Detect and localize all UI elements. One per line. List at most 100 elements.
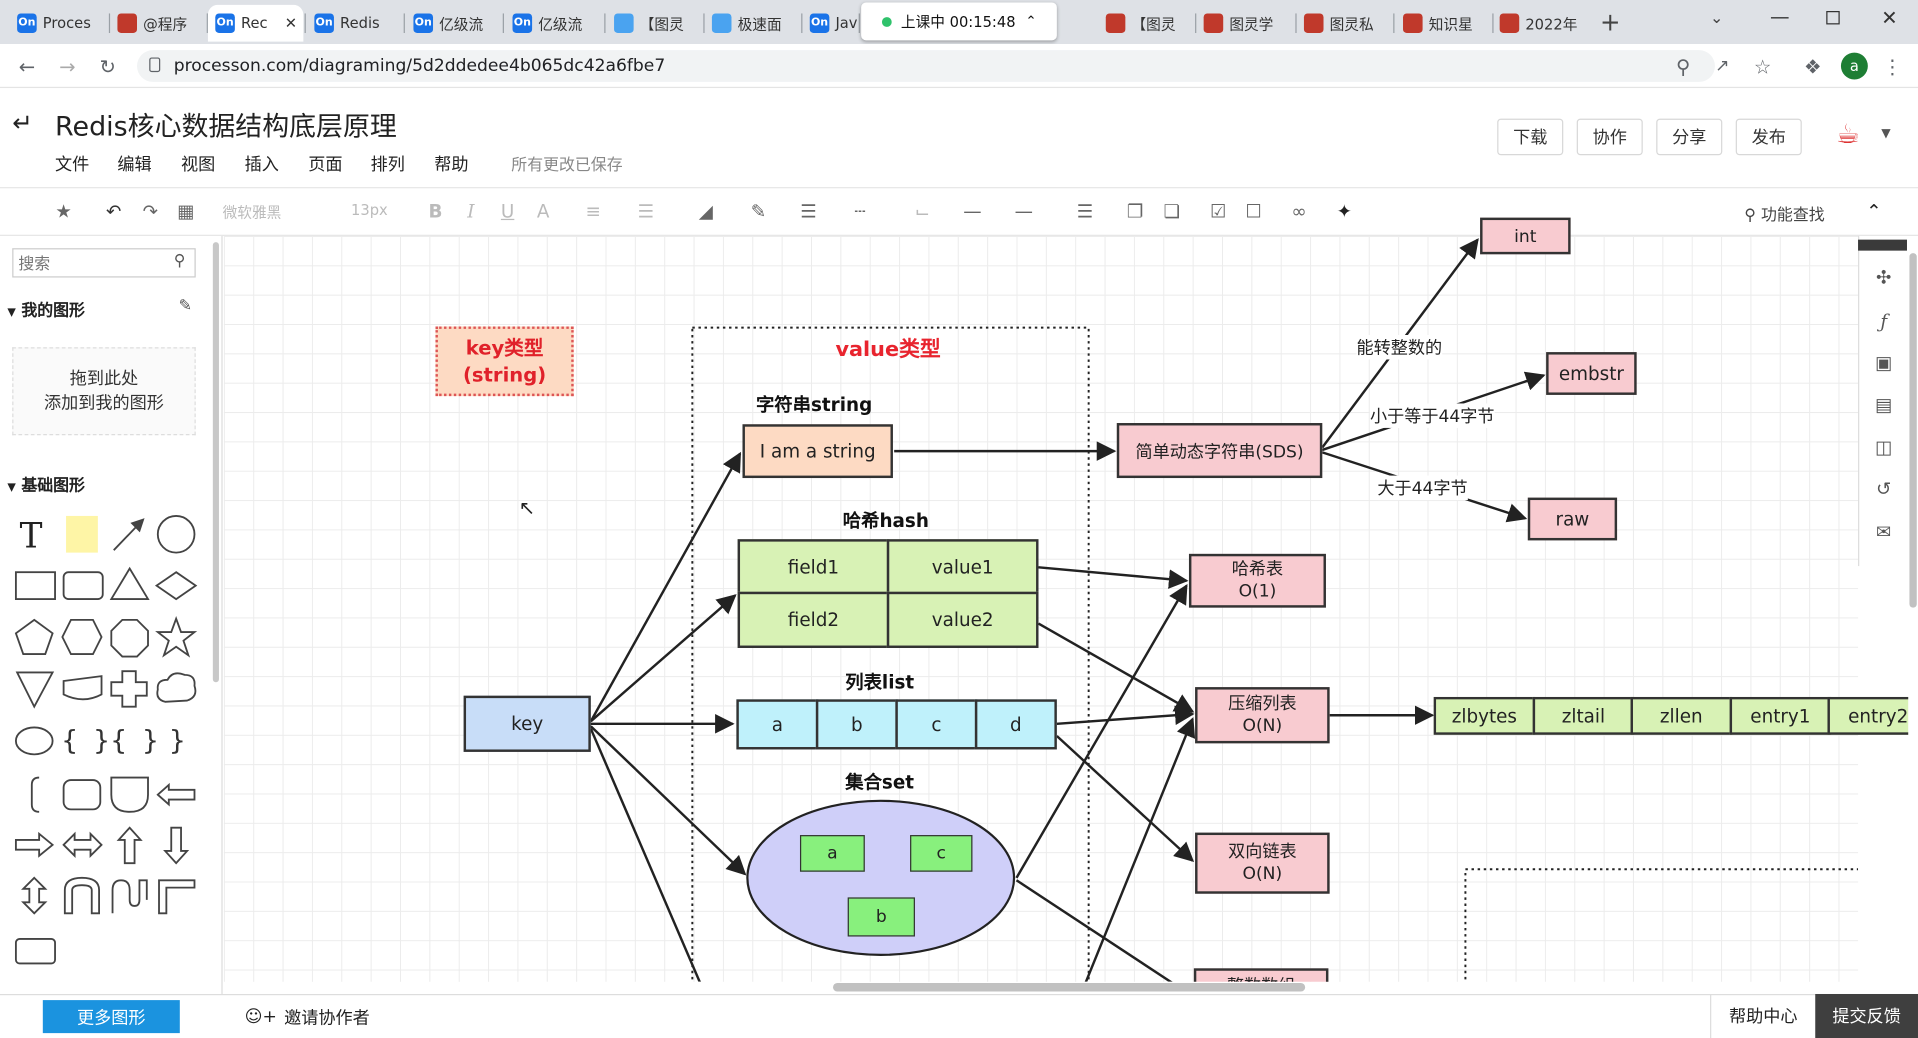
browser-tab[interactable]: On Jav	[802, 5, 857, 42]
browser-tab[interactable]: @程序	[110, 5, 205, 42]
search-icon[interactable]: ⚲	[174, 252, 186, 270]
window-minimize-icon[interactable]: —	[1770, 5, 1790, 28]
int-box[interactable]: int	[1480, 217, 1571, 255]
browser-tab[interactable]: 【图灵	[1098, 5, 1193, 42]
document-title[interactable]: Redis核心数据结构底层原理	[55, 105, 397, 144]
help-center-button[interactable]: 帮助中心	[1710, 993, 1815, 1038]
line-style-icon[interactable]: ┄	[848, 199, 872, 223]
publish-button[interactable]: 发布	[1735, 118, 1802, 156]
hash-header[interactable]: 哈希hash	[843, 507, 929, 533]
browser-tab[interactable]: On Rec ✕	[207, 4, 304, 42]
canvas-vertical-scrollbar[interactable]	[1909, 253, 1917, 608]
browser-tab[interactable]: 极速面	[705, 5, 800, 42]
line-color-icon[interactable]: ✎	[746, 199, 770, 223]
key-type-badge[interactable]: key类型 (string)	[435, 326, 574, 397]
back-icon[interactable]: ←	[15, 54, 39, 78]
chevron-up-icon[interactable]: ⌃	[1025, 13, 1036, 29]
menu-arrange[interactable]: 排列	[371, 152, 405, 176]
hashtable-box[interactable]: 哈希表 O(1)	[1188, 553, 1326, 608]
close-tab-icon[interactable]: ✕	[285, 15, 297, 32]
window-close-icon[interactable]: ✕	[1881, 6, 1897, 29]
font-color-button[interactable]: A	[531, 199, 555, 223]
list-cell-d[interactable]: d	[974, 699, 1057, 750]
document-icon[interactable]: ◫	[1872, 435, 1896, 459]
link-icon[interactable]: ∞	[1287, 199, 1311, 223]
sds-box[interactable]: 简单动态字符串(SDS)	[1116, 423, 1323, 479]
outline-icon[interactable]: ▤	[1872, 392, 1896, 416]
list-cell-c[interactable]: c	[895, 699, 978, 750]
menu-page[interactable]: 页面	[308, 152, 342, 176]
forward-icon[interactable]: →	[55, 54, 79, 78]
shape-search-input[interactable]	[12, 248, 196, 278]
invite-collaborator-button[interactable]: ☺+ 邀请协作者	[245, 1005, 370, 1029]
ziplist-zlbytes[interactable]: zlbytes	[1433, 696, 1536, 735]
basic-shapes-header[interactable]: ▼ 基础图形	[7, 472, 85, 495]
ziplist-entry2[interactable]: entry2	[1827, 696, 1909, 735]
string-value-box[interactable]: I am a string	[742, 424, 893, 479]
feature-search[interactable]: ⚲ 功能查找	[1744, 202, 1824, 225]
hash-value1[interactable]: value1	[886, 539, 1039, 595]
unlock-shape-icon[interactable]: ☐	[1242, 199, 1266, 223]
pin-icon[interactable]: ★	[51, 199, 75, 223]
linkedlist-box[interactable]: 双向链表 O(N)	[1195, 832, 1330, 894]
ziplist-zllen[interactable]: zllen	[1630, 696, 1733, 735]
label-gt-44-bytes[interactable]: 大于44字节	[1377, 475, 1468, 501]
undo-icon[interactable]: ↶	[102, 199, 126, 223]
list-icon[interactable]: ☰	[634, 199, 658, 223]
more-shapes-button[interactable]: 更多图形	[42, 1000, 180, 1034]
list-cell-a[interactable]: a	[736, 699, 819, 750]
navigate-icon[interactable]: ✣	[1872, 265, 1896, 289]
italic-button[interactable]: I	[459, 199, 483, 223]
formula-icon[interactable]: ƒ	[1872, 309, 1896, 333]
hash-field2[interactable]: field2	[737, 591, 890, 648]
line-start-icon[interactable]: —	[960, 199, 984, 223]
browser-tab[interactable]: 【图灵	[607, 5, 702, 42]
magic-wand-icon[interactable]: ✦	[1332, 199, 1356, 223]
feedback-button[interactable]: 提交反馈	[1815, 993, 1918, 1038]
ziplist-entry1[interactable]: entry1	[1729, 696, 1832, 735]
line-width-icon[interactable]: ☰	[796, 199, 820, 223]
hash-value2[interactable]: value2	[886, 591, 1039, 648]
bookmark-star-icon[interactable]: ☆	[1750, 54, 1774, 78]
send-back-icon[interactable]: ❏	[1160, 199, 1184, 223]
collapse-toolbar-icon[interactable]: ⌃	[1862, 199, 1886, 223]
extensions-icon[interactable]: ❖	[1801, 54, 1825, 78]
lock-shape-icon[interactable]: ☑	[1206, 199, 1230, 223]
menu-view[interactable]: 视图	[181, 152, 215, 176]
sidebar-scrollbar[interactable]	[212, 242, 219, 683]
history-icon[interactable]: ↺	[1872, 477, 1896, 501]
connector-icon[interactable]: ⌙	[910, 199, 934, 223]
list-cell-b[interactable]: b	[815, 699, 898, 750]
align-objects-icon[interactable]: ☰	[1073, 199, 1097, 223]
value-type-title[interactable]: value类型	[835, 331, 940, 361]
intset-box[interactable]: 整数数组	[1193, 968, 1329, 982]
key-box[interactable]: key	[463, 695, 591, 752]
fill-color-icon[interactable]: ◢	[694, 199, 718, 223]
my-shapes-dropzone[interactable]: 拖到此处 添加到我的图形	[12, 347, 196, 436]
set-header[interactable]: 集合set	[845, 769, 914, 795]
browser-menu-icon[interactable]: ⋮	[1880, 54, 1904, 78]
redo-icon[interactable]: ↷	[138, 199, 162, 223]
set-member-b[interactable]: b	[847, 897, 915, 937]
bold-button[interactable]: B	[423, 199, 447, 223]
list-header[interactable]: 列表list	[845, 669, 914, 695]
ziplist-box[interactable]: 压缩列表 O(N)	[1195, 687, 1330, 744]
underline-button[interactable]: U	[495, 199, 519, 223]
ziplist-zltail[interactable]: zltail	[1532, 696, 1635, 735]
browser-tab[interactable]: 图灵私	[1297, 5, 1392, 42]
profile-avatar[interactable]: a	[1840, 52, 1868, 80]
browser-tab[interactable]: On Redis	[307, 5, 402, 42]
embstr-box[interactable]: embstr	[1546, 352, 1637, 395]
share-page-icon[interactable]: ↗	[1710, 54, 1734, 78]
menu-insert[interactable]: 插入	[245, 152, 279, 176]
browser-tab[interactable]: 知识星	[1396, 5, 1491, 42]
bring-front-icon[interactable]: ❐	[1123, 199, 1147, 223]
browser-tab[interactable]: On 亿级流	[505, 5, 603, 42]
label-le-44-bytes[interactable]: 小于等于44字节	[1369, 403, 1495, 428]
my-shapes-header[interactable]: ▼ 我的图形	[7, 297, 85, 320]
share-button[interactable]: 分享	[1656, 118, 1723, 156]
user-menu-caret-icon[interactable]: ▼	[1881, 127, 1890, 140]
canvas-horizontal-scrollbar[interactable]	[833, 982, 1306, 992]
comment-icon[interactable]: ✉	[1872, 520, 1896, 544]
zoom-icon[interactable]: ⚲	[1671, 54, 1695, 78]
